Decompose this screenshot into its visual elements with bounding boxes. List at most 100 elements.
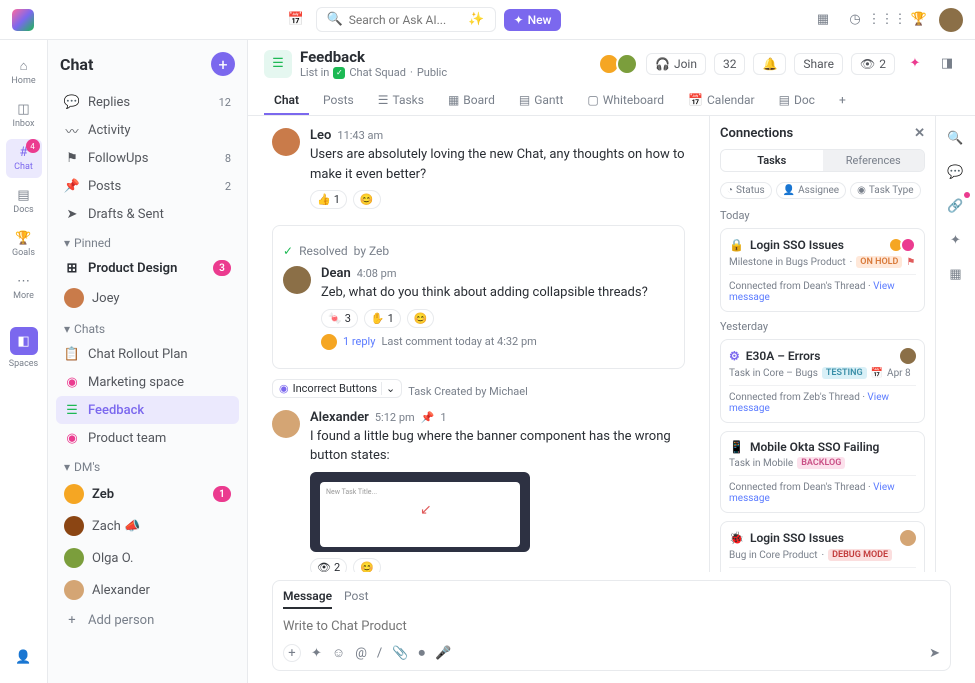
rail-profile[interactable]: 👤	[6, 644, 42, 671]
new-chat-button[interactable]: +	[211, 52, 235, 76]
panel-icon[interactable]: ◨	[935, 52, 959, 76]
connection-card[interactable]: 📱Mobile Okta SSO Failing Task in MobileB…	[720, 431, 925, 513]
apps-icon[interactable]: ▦	[944, 262, 968, 286]
record-icon[interactable]: ⏺	[418, 646, 425, 661]
rail-more[interactable]: ⋯More	[6, 268, 42, 307]
conn-tab-references[interactable]: References	[823, 150, 925, 171]
filter-type[interactable]: ◉Task Type	[850, 182, 920, 199]
rail-docs[interactable]: ▤Docs	[6, 182, 42, 221]
connection-card[interactable]: ⚙E30A – Errors Task in Core – BugsTESTIN…	[720, 339, 925, 423]
tab-posts[interactable]: Posts	[313, 87, 364, 115]
attachment-image[interactable]: ↙New Task Title...	[310, 472, 530, 552]
dm-alexander[interactable]: Alexander	[56, 574, 239, 606]
conn-tab-tasks[interactable]: Tasks	[721, 150, 823, 171]
reply-thread[interactable]: 1 replyLast comment today at 4:32 pm	[321, 334, 674, 350]
mic-icon[interactable]: 🎤	[435, 646, 451, 661]
author[interactable]: Alexander	[310, 410, 369, 425]
squad-name[interactable]: Chat Squad	[349, 66, 406, 79]
tab-calendar[interactable]: 📅Calendar	[678, 87, 765, 115]
emoji-icon[interactable]: ☺	[332, 645, 345, 661]
members-stack[interactable]	[602, 53, 638, 75]
attach-icon[interactable]: 📎	[392, 646, 408, 661]
rail-inbox[interactable]: ◫Inbox	[6, 96, 42, 135]
notepad-icon[interactable]: ▦	[811, 8, 835, 32]
author[interactable]: Dean	[321, 266, 351, 281]
app-logo[interactable]	[12, 9, 34, 31]
chat-marketing[interactable]: ◉Marketing space	[56, 368, 239, 396]
task-chip[interactable]: ◉Incorrect Buttons⌄	[272, 379, 402, 398]
chevron-down-icon[interactable]: ⌄	[381, 382, 395, 395]
filter-status[interactable]: ◔Status	[720, 182, 772, 199]
upgrade-icon[interactable]: 🏆	[907, 8, 931, 32]
tab-whiteboard[interactable]: ▢Whiteboard	[577, 87, 674, 115]
comments-icon[interactable]: 💬	[944, 160, 968, 184]
chat-product-team[interactable]: ◉Product team	[56, 424, 239, 452]
join-button[interactable]: 🎧Join	[646, 53, 706, 75]
connection-card[interactable]: 🐞Login SSO Issues Bug in Core Product·DE…	[720, 521, 925, 572]
sparkle-icon[interactable]: ✦	[944, 228, 968, 252]
tab-tasks[interactable]: ☰Tasks	[368, 87, 434, 115]
connection-card[interactable]: 🔒Login SSO Issues Milestone in Bugs Prod…	[720, 228, 925, 312]
section-pinned[interactable]: ▾Pinned	[56, 228, 239, 254]
search-icon[interactable]: 🔍	[944, 126, 968, 150]
new-button[interactable]: ✦ New	[504, 9, 562, 31]
dm-olga[interactable]: Olga O.	[56, 542, 239, 574]
nav-posts[interactable]: 📌Posts2	[56, 172, 239, 200]
ai-icon[interactable]: ✦	[903, 52, 927, 76]
add-reaction[interactable]: 😊	[407, 309, 435, 328]
chat-rollout[interactable]: 📋Chat Rollout Plan	[56, 340, 239, 368]
tab-chat[interactable]: Chat	[264, 87, 309, 115]
share-button[interactable]: Share	[794, 53, 843, 75]
add-reaction[interactable]: 😊	[353, 190, 381, 209]
avatar[interactable]	[283, 266, 311, 294]
user-avatar[interactable]	[939, 8, 963, 32]
pinned-product-design[interactable]: ⊞Product Design3	[56, 254, 239, 282]
composer-input[interactable]	[283, 615, 940, 638]
section-chats[interactable]: ▾Chats	[56, 314, 239, 340]
notifications-button[interactable]: 🔔	[753, 53, 786, 75]
ai-icon[interactable]: ✦	[311, 646, 322, 661]
dm-zeb[interactable]: Zeb1	[56, 478, 239, 510]
chat-feedback[interactable]: ☰Feedback	[56, 396, 239, 424]
sparkle-icon[interactable]: ✨	[468, 12, 484, 27]
avatar[interactable]	[272, 128, 300, 156]
avatar[interactable]	[272, 410, 300, 438]
tab-gantt[interactable]: ▤Gantt	[509, 87, 574, 115]
pinned-joey[interactable]: Joey	[56, 282, 239, 314]
viewers[interactable]: 👁2	[851, 53, 895, 75]
rail-home[interactable]: ⌂Home	[6, 52, 42, 92]
member-count[interactable]: 32	[714, 53, 746, 75]
rail-space[interactable]: ◧	[10, 327, 38, 355]
composer-tab-post[interactable]: Post	[344, 589, 368, 609]
search-input[interactable]	[349, 13, 463, 27]
send-button[interactable]: ➤	[929, 646, 940, 661]
rail-goals[interactable]: 🏆Goals	[6, 225, 42, 264]
reaction[interactable]: ✋1	[364, 309, 401, 328]
nav-activity[interactable]: 〰Activity	[56, 116, 239, 144]
nav-drafts[interactable]: ➤Drafts & Sent	[56, 200, 239, 228]
close-icon[interactable]: ✕	[914, 126, 925, 141]
nav-replies[interactable]: 💬Replies12	[56, 88, 239, 116]
tab-add[interactable]: +	[829, 87, 856, 115]
clock-icon[interactable]: ◷	[843, 8, 867, 32]
plus-icon[interactable]: +	[283, 644, 301, 662]
composer-tab-message[interactable]: Message	[283, 589, 332, 609]
mention-icon[interactable]: @	[355, 646, 367, 661]
apps-icon[interactable]: ⋮⋮⋮	[875, 8, 899, 32]
slash-icon[interactable]: /	[377, 646, 382, 661]
link-icon[interactable]: 🔗	[944, 194, 968, 218]
tab-doc[interactable]: ▤Doc	[769, 87, 825, 115]
global-search[interactable]: 🔍 ✨	[316, 7, 496, 32]
calendar-icon[interactable]: 📅	[284, 8, 308, 32]
nav-followups[interactable]: ⚑FollowUps8	[56, 144, 239, 172]
rail-chat[interactable]: 4#Chat	[6, 139, 42, 178]
reaction[interactable]: 👁2	[310, 558, 347, 573]
dm-zach[interactable]: Zach 📣	[56, 510, 239, 542]
author[interactable]: Leo	[310, 128, 331, 143]
reaction[interactable]: 🍬3	[321, 309, 358, 328]
add-person[interactable]: +Add person	[56, 606, 239, 634]
reaction[interactable]: 👍1	[310, 190, 347, 209]
section-dms[interactable]: ▾DM's	[56, 452, 239, 478]
add-reaction[interactable]: 😊	[353, 558, 381, 573]
tab-board[interactable]: ▦Board	[438, 87, 505, 115]
